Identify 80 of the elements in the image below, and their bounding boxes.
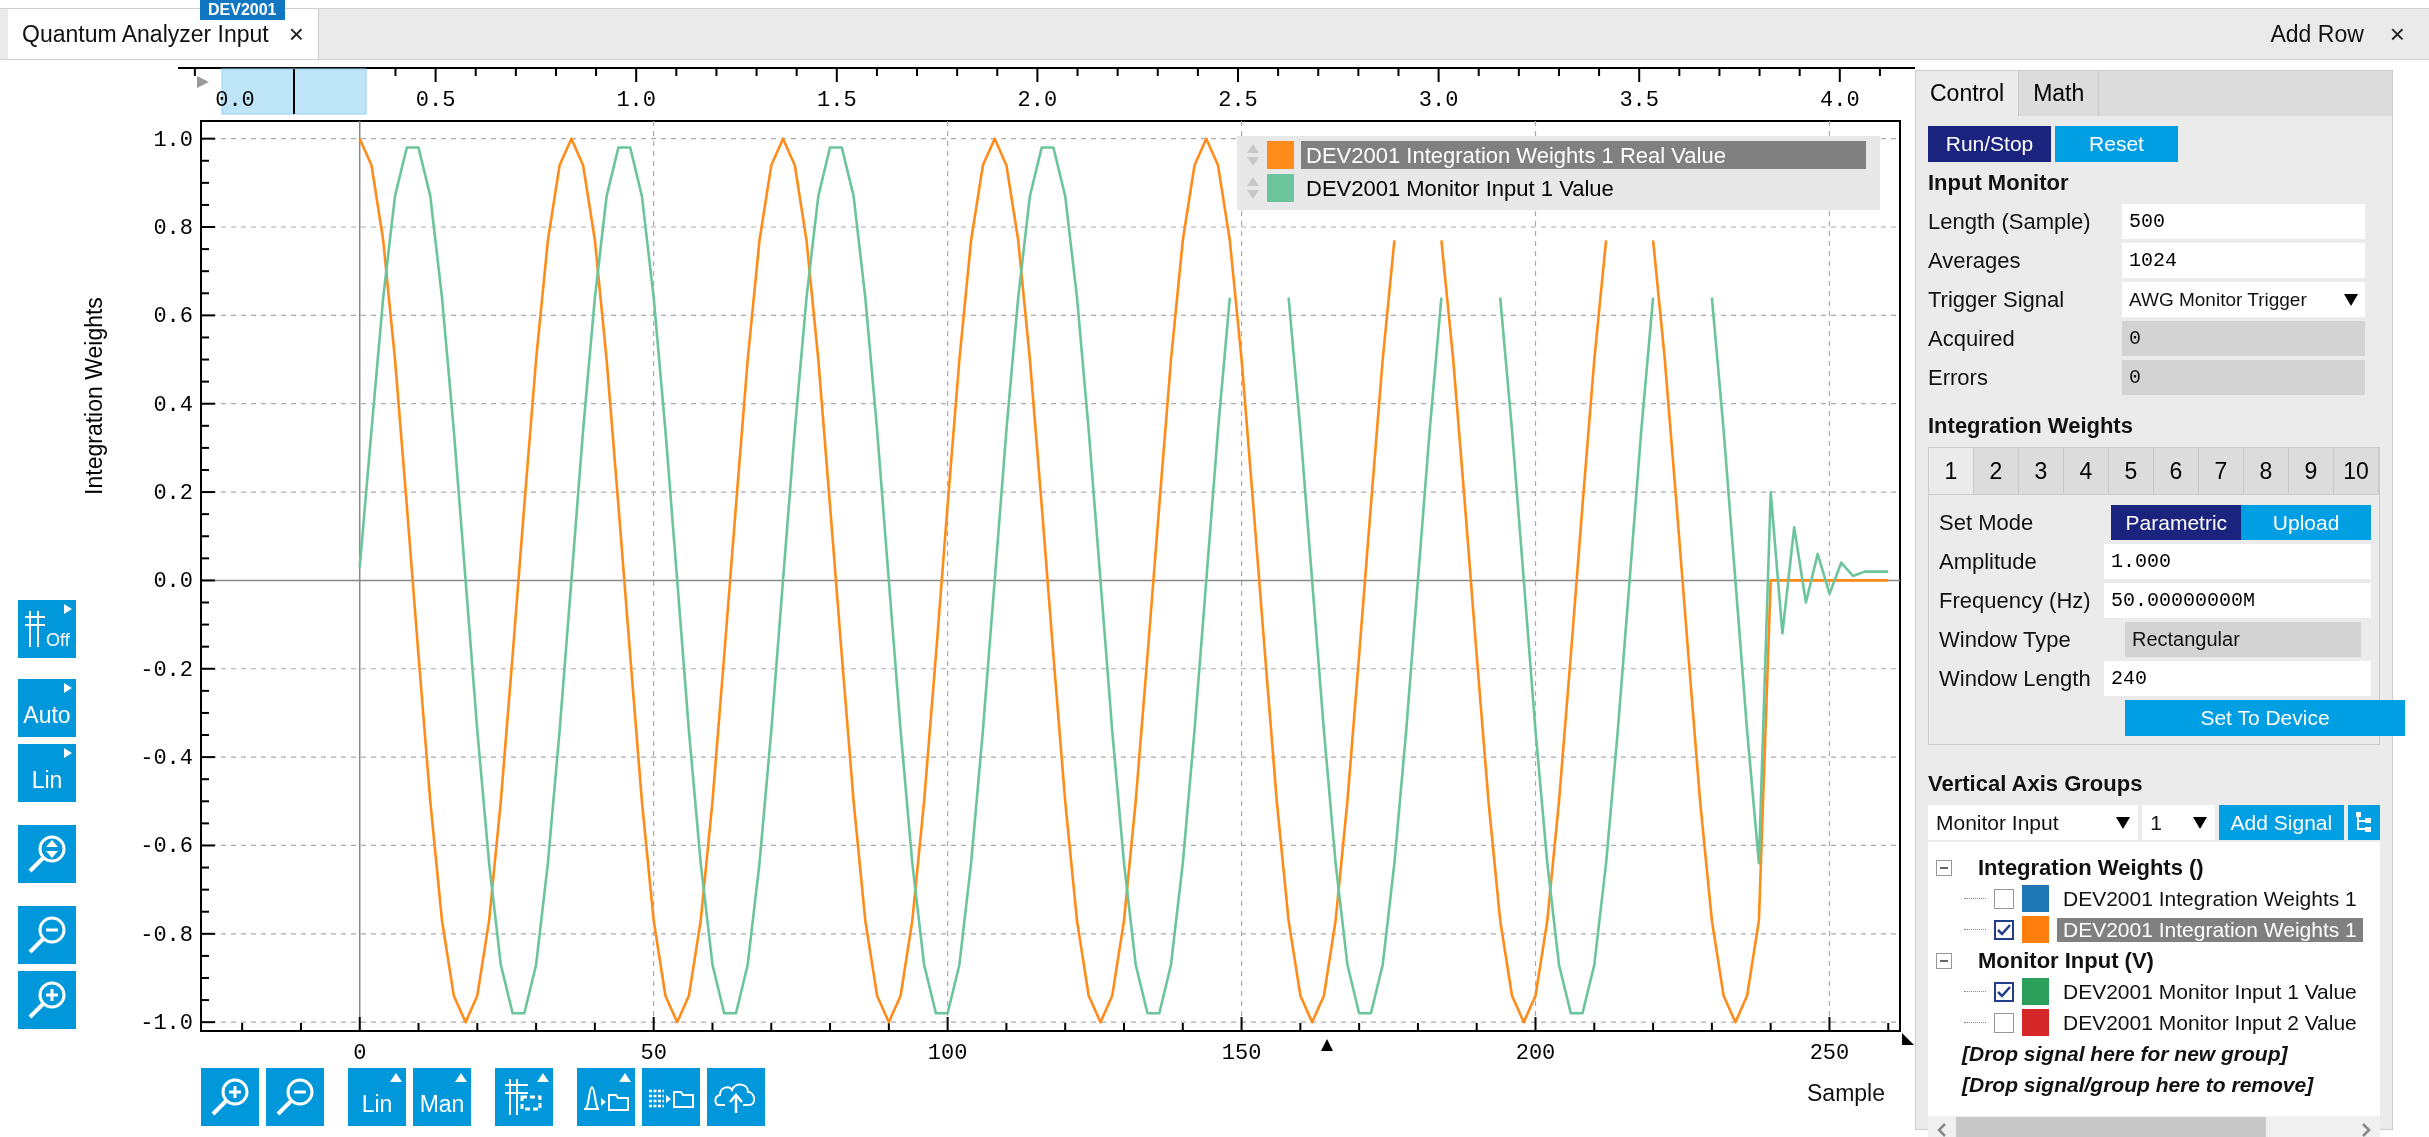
field-label: Frequency (Hz) (1939, 587, 2092, 614)
field-label: Errors (1928, 364, 1989, 391)
weights-tab[interactable]: 6 (2154, 448, 2199, 494)
signal-label[interactable]: DEV2001 Integration Weights 1 (2057, 886, 2363, 911)
field-label: Averages (1928, 247, 2022, 274)
input-field[interactable]: 240 (2104, 661, 2371, 696)
overview-tick-label: 4.0 (1820, 88, 1860, 113)
dropdown[interactable]: AWG Monitor Trigger (2122, 282, 2365, 317)
y-tick-label: 0.6 (153, 304, 193, 330)
drop-hint: [Drop signal here for new group] (1962, 1040, 2289, 1067)
weights-tab[interactable]: 7 (2199, 448, 2244, 494)
input-field[interactable]: 1024 (2122, 243, 2365, 278)
x-axis-label: Sample (1807, 1080, 1885, 1107)
x-tick-label: 0 (353, 1041, 367, 1065)
y-tick-label: -0.8 (140, 922, 193, 948)
readonly-field: Rectangular (2125, 622, 2361, 657)
weights-tab[interactable]: 2 (1974, 448, 2019, 494)
tab-title: Quantum Analyzer Input (22, 20, 269, 48)
weights-tab[interactable]: 10 (2334, 448, 2379, 494)
overview-tick-label: 3.5 (1619, 88, 1659, 113)
panel-tab[interactable]: Control (1916, 71, 2020, 116)
weights-tab[interactable]: 8 (2244, 448, 2289, 494)
y-tick-label: 1.0 (153, 127, 193, 153)
y-tick-label: -0.6 (140, 834, 193, 860)
input-field[interactable]: 1.000 (2104, 544, 2371, 579)
y-tick-label: 0.2 (153, 481, 193, 507)
field-label: Set Mode (1939, 509, 2035, 536)
section-title: Vertical Axis Groups (1928, 771, 2144, 797)
legend-label[interactable]: DEV2001 Monitor Input 1 Value (1306, 176, 1614, 201)
group-label[interactable]: Monitor Input (V) (1978, 947, 2154, 974)
overview-tick-label: 2.0 (1017, 88, 1058, 113)
mode-toggle[interactable]: Parametric (2111, 505, 2242, 540)
dropdown[interactable]: 1 (2142, 805, 2215, 840)
overview-tick-label: 3.0 (1418, 88, 1459, 113)
x-tick-label: 150 (1221, 1041, 1262, 1065)
y-tick-label: 0.8 (153, 216, 193, 241)
weights-tab[interactable]: 4 (2064, 448, 2109, 494)
field-label: Acquired (1928, 325, 2016, 352)
section-title: Integration Weights (1928, 413, 2134, 439)
x-tick-label: 200 (1515, 1041, 1556, 1065)
legend-label[interactable]: DEV2001 Integration Weights 1 Real Value (1301, 141, 1866, 169)
close-button[interactable]: × (2389, 18, 2405, 50)
field-label: Window Type (1939, 626, 2072, 653)
readonly-field: 0 (2122, 360, 2365, 395)
drop-hint: [Drop signal/group here to remove] (1962, 1071, 2315, 1098)
overview-tick-label: 0.0 (215, 88, 255, 113)
signal-label[interactable]: DEV2001 Monitor Input 2 Value (2057, 1010, 2363, 1035)
x-tick-label: 100 (927, 1041, 968, 1065)
device-badge: DEV2001 (200, 0, 285, 20)
group-label[interactable]: Integration Weights () (1978, 854, 2204, 881)
y-tick-label: -0.4 (140, 746, 193, 772)
input-field[interactable]: 500 (2122, 204, 2365, 239)
field-label: Trigger Signal (1928, 286, 2066, 313)
signal-label[interactable]: DEV2001 Integration Weights 1 (2057, 917, 2363, 942)
weights-tab[interactable]: 9 (2289, 448, 2334, 494)
overview-tick-label: 1.5 (817, 88, 857, 113)
x-tick-label: 50 (640, 1041, 667, 1065)
legend-label: DEV2001 Integration Weights 1 Real Value (1306, 143, 1726, 168)
run-stop-button[interactable]: Run/Stop (1928, 126, 2051, 162)
y-axis-label: Integration Weights (81, 297, 107, 495)
signal-label[interactable]: DEV2001 Monitor Input 1 Value (2057, 979, 2363, 1004)
field-label: Amplitude (1939, 548, 2038, 575)
weights-tab[interactable]: 5 (2109, 448, 2154, 494)
field-label: Window Length (1939, 665, 2092, 692)
overview-tick-label: 1.0 (616, 88, 656, 113)
x-tick-label: 250 (1809, 1041, 1850, 1065)
overview-tick-label: 2.5 (1218, 88, 1258, 113)
y-tick-label: -1.0 (140, 1011, 193, 1037)
y-tick-label: 0.0 (153, 569, 193, 595)
overview-tick-label: 0.5 (415, 88, 456, 113)
field-label: Length (Sample) (1928, 208, 2092, 235)
readonly-field: 0 (2122, 321, 2365, 356)
input-field[interactable]: 50.00000000M (2104, 583, 2371, 618)
y-tick-label: 0.4 (153, 392, 193, 418)
dropdown[interactable]: Monitor Input (1928, 805, 2139, 840)
close-tab-button[interactable]: × (288, 18, 304, 50)
weights-tab[interactable]: 3 (2019, 448, 2064, 494)
y-tick-label: -0.2 (140, 657, 193, 683)
section-title: Input Monitor (1928, 170, 2070, 196)
add-row-button[interactable]: Add Row (2270, 20, 2364, 48)
